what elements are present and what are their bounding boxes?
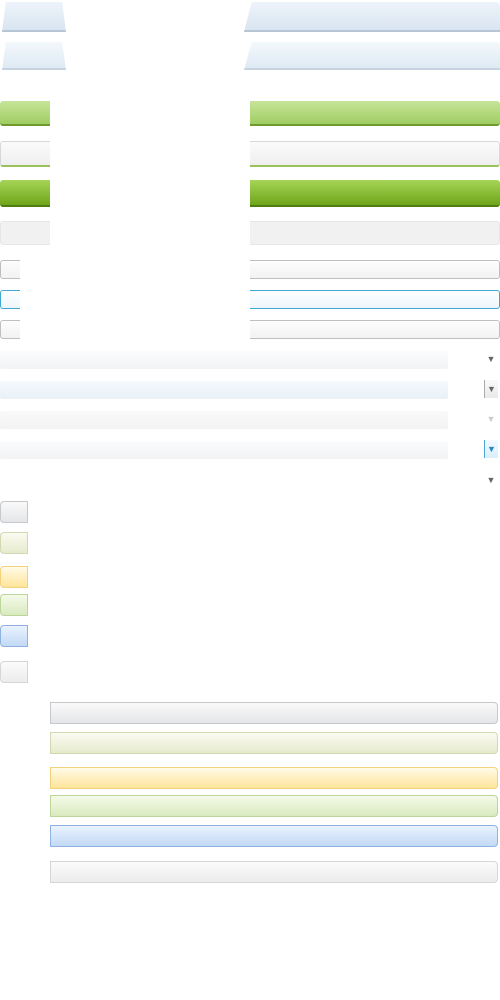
select-field-2[interactable]: [0, 381, 448, 399]
tab-right-light[interactable]: [244, 42, 500, 70]
button-olive[interactable]: [0, 532, 28, 554]
wide-button-green[interactable]: [50, 795, 498, 817]
center-panel: [66, 0, 244, 95]
button-light[interactable]: [0, 661, 28, 683]
select-field-1[interactable]: [0, 351, 448, 369]
select-field-3: [0, 411, 448, 429]
tab-right[interactable]: [244, 2, 500, 32]
wide-button-olive[interactable]: [50, 732, 498, 754]
center-panel-overlay: [50, 95, 250, 245]
button-green[interactable]: [0, 594, 28, 616]
chevron-down-icon[interactable]: ▼: [484, 471, 498, 489]
wide-button-grey[interactable]: [50, 702, 498, 724]
chevron-down-icon[interactable]: ▼: [484, 380, 498, 398]
wide-button-yellow[interactable]: [50, 767, 498, 789]
wide-button-light[interactable]: [50, 861, 498, 883]
wide-button-blue[interactable]: [50, 825, 498, 847]
tab-left-light[interactable]: [2, 42, 66, 70]
tab-left[interactable]: [2, 2, 66, 32]
button-yellow[interactable]: [0, 566, 28, 588]
button-blue[interactable]: [0, 625, 28, 647]
chevron-down-icon: ▼: [486, 414, 496, 424]
select-field-4[interactable]: [0, 441, 448, 459]
chevron-down-icon[interactable]: ▼: [484, 440, 498, 458]
button-grey[interactable]: [0, 501, 28, 523]
center-panel-overlay-lower: [20, 250, 250, 345]
chevron-down-icon[interactable]: ▼: [484, 350, 498, 368]
